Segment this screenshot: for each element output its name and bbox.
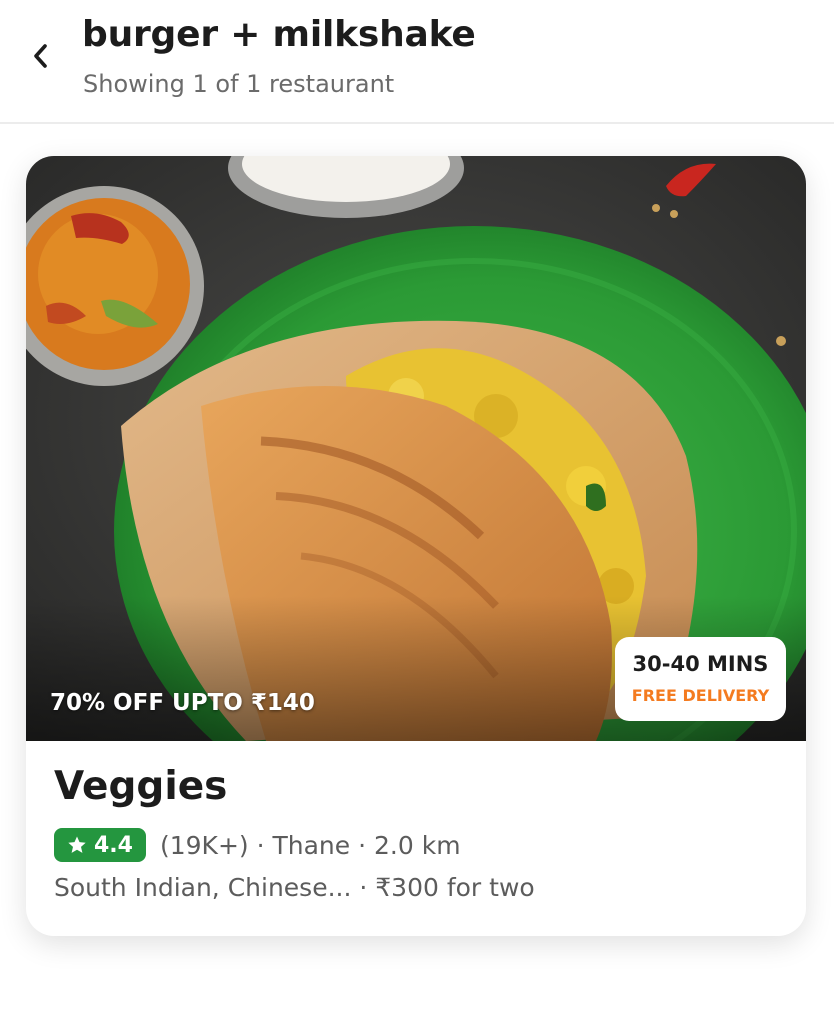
meta-separator: · [351,873,376,902]
meta-separator: · [350,830,375,860]
review-count: (19K+) [159,830,249,860]
rating-value: 4.4 [94,832,133,858]
star-icon [68,836,86,853]
chevron-left-icon [34,44,47,68]
header: burger + milkshake Showing 1 of 1 restau… [0,0,834,124]
back-button[interactable] [22,36,58,76]
free-delivery-label: FREE DELIVERY [631,686,770,705]
restaurant-card[interactable]: 70% OFF UPTO ₹140 30-40 MINS FREE DELIVE… [26,156,806,936]
meta-separator: · [248,830,273,860]
results-count: Showing 1 of 1 restaurant [83,70,395,98]
restaurant-name: Veggies [54,764,228,809]
delivery-time: 30-40 MINS [632,652,769,676]
rating-row: 4.4 (19K+) · Thane · 2.0 km [54,828,461,862]
cuisines: South Indian, Chinese... [54,873,352,902]
restaurant-meta: (19K+) · Thane · 2.0 km [160,831,461,860]
rating-badge: 4.4 [54,828,146,862]
restaurant-distance: 2.0 km [374,830,461,860]
eta-badge: 30-40 MINS FREE DELIVERY [615,637,786,721]
offer-label: 70% OFF UPTO ₹140 [50,690,315,716]
cost-for-two: ₹300 for two [375,873,535,902]
cuisine-row: South Indian, Chinese... · ₹300 for two [54,873,535,902]
restaurant-location: Thane [272,830,351,860]
page-title: burger + milkshake [82,14,476,55]
